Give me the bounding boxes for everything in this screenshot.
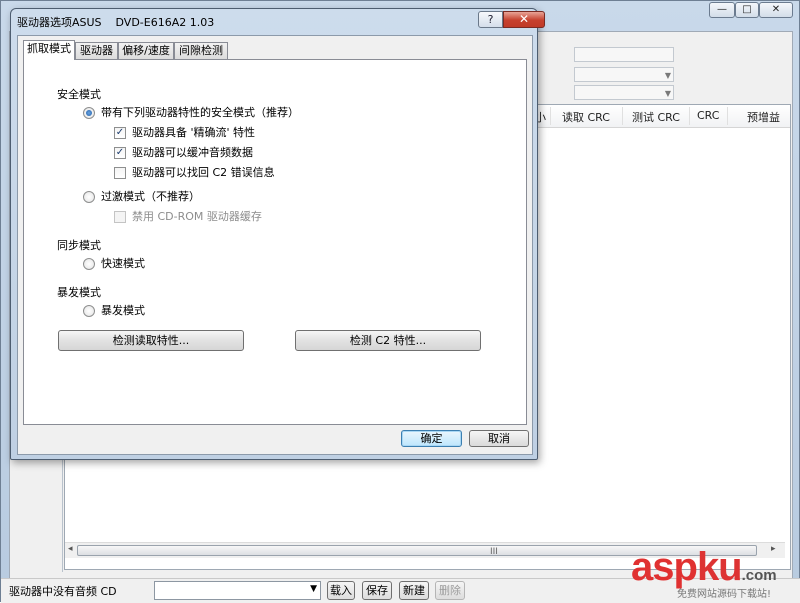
- status-text: 驱动器中没有音频 CD: [9, 585, 117, 598]
- info-combo-2[interactable]: ▼: [574, 85, 674, 100]
- column-divider: [550, 107, 551, 125]
- save-button[interactable]: 保存: [362, 581, 392, 600]
- dialog-body: 抓取模式 驱动器 偏移/速度 间隙检测 安全模式 带有下列驱动器特性的安全模式（…: [17, 35, 533, 455]
- radio-button[interactable]: [83, 191, 95, 203]
- chevron-down-icon: ▼: [664, 71, 671, 80]
- load-button[interactable]: 载入: [327, 581, 355, 600]
- main-close-button[interactable]: ✕: [759, 2, 793, 18]
- info-field: [574, 47, 674, 62]
- secure-mode-label: 带有下列驱动器特性的安全模式（推荐）: [101, 106, 299, 119]
- column-header-read-crc[interactable]: 读取 CRC: [562, 109, 610, 125]
- tab-extraction-mode[interactable]: 抓取模式: [23, 40, 75, 60]
- tab-drive[interactable]: 驱动器: [75, 42, 118, 59]
- watermark-subtitle: 免费网站源码下载站!: [677, 589, 772, 600]
- cancel-button[interactable]: 取消: [469, 430, 529, 447]
- radio-button[interactable]: [83, 107, 95, 119]
- chevron-down-icon: ▼: [310, 584, 317, 594]
- minimize-button[interactable]: —: [709, 2, 735, 18]
- sync-mode-heading: 同步模式: [57, 239, 101, 252]
- checkbox[interactable]: ✓: [114, 147, 126, 159]
- detect-read-features-button[interactable]: 检测读取特性...: [58, 330, 244, 351]
- scroll-grip-icon: III: [490, 547, 498, 557]
- disable-cache-label: 禁用 CD-ROM 驱动器缓存: [132, 210, 262, 223]
- burst-mode-heading: 暴发模式: [57, 286, 101, 299]
- maximize-button[interactable]: □: [735, 2, 759, 18]
- checkbox[interactable]: [114, 167, 126, 179]
- drive-options-dialog: 驱动器选项ASUS DVD-E616A2 1.03 ? ✕ 抓取模式 驱动器 偏…: [10, 8, 545, 460]
- column-header-pregain[interactable]: 预增益: [747, 109, 780, 125]
- column-header-crc[interactable]: CRC: [697, 109, 719, 122]
- tab-page-extraction-mode: 安全模式 带有下列驱动器特性的安全模式（推荐） ✓ 驱动器具备 '精确流' 特性…: [23, 59, 527, 425]
- new-button[interactable]: 新建: [399, 581, 429, 600]
- paranoid-mode-label: 过激模式（不推荐）: [101, 190, 200, 203]
- help-button[interactable]: ?: [478, 11, 503, 28]
- radio-button[interactable]: [83, 258, 95, 270]
- scroll-left-icon[interactable]: ◂: [68, 544, 73, 554]
- secure-mode-heading: 安全模式: [57, 88, 101, 101]
- dialog-close-button[interactable]: ✕: [503, 11, 545, 28]
- delete-button[interactable]: 删除: [435, 581, 465, 600]
- preset-select[interactable]: ▼: [154, 581, 321, 600]
- column-divider: [622, 107, 623, 125]
- column-divider: [689, 107, 690, 125]
- checkbox[interactable]: [114, 211, 126, 223]
- checkbox[interactable]: ✓: [114, 127, 126, 139]
- ok-button[interactable]: 确定: [401, 430, 462, 447]
- info-combo[interactable]: ▼: [574, 67, 674, 82]
- tab-gap-detection[interactable]: 间隙检测: [174, 42, 228, 59]
- column-header-test-crc[interactable]: 测试 CRC: [632, 109, 680, 125]
- tab-offset-speed[interactable]: 偏移/速度: [118, 42, 174, 59]
- c2-error-label: 驱动器可以找回 C2 错误信息: [132, 166, 275, 179]
- burst-mode-label: 暴发模式: [101, 304, 145, 317]
- column-divider: [727, 107, 728, 125]
- radio-button[interactable]: [83, 305, 95, 317]
- dialog-title: 驱动器选项ASUS DVD-E616A2 1.03: [17, 16, 215, 29]
- accurate-stream-label: 驱动器具备 '精确流' 特性: [132, 126, 256, 139]
- caches-audio-label: 驱动器可以缓冲音频数据: [132, 146, 253, 159]
- detect-c2-features-button[interactable]: 检测 C2 特性...: [295, 330, 481, 351]
- chevron-down-icon: ▼: [664, 89, 671, 98]
- fast-mode-label: 快速模式: [101, 257, 145, 270]
